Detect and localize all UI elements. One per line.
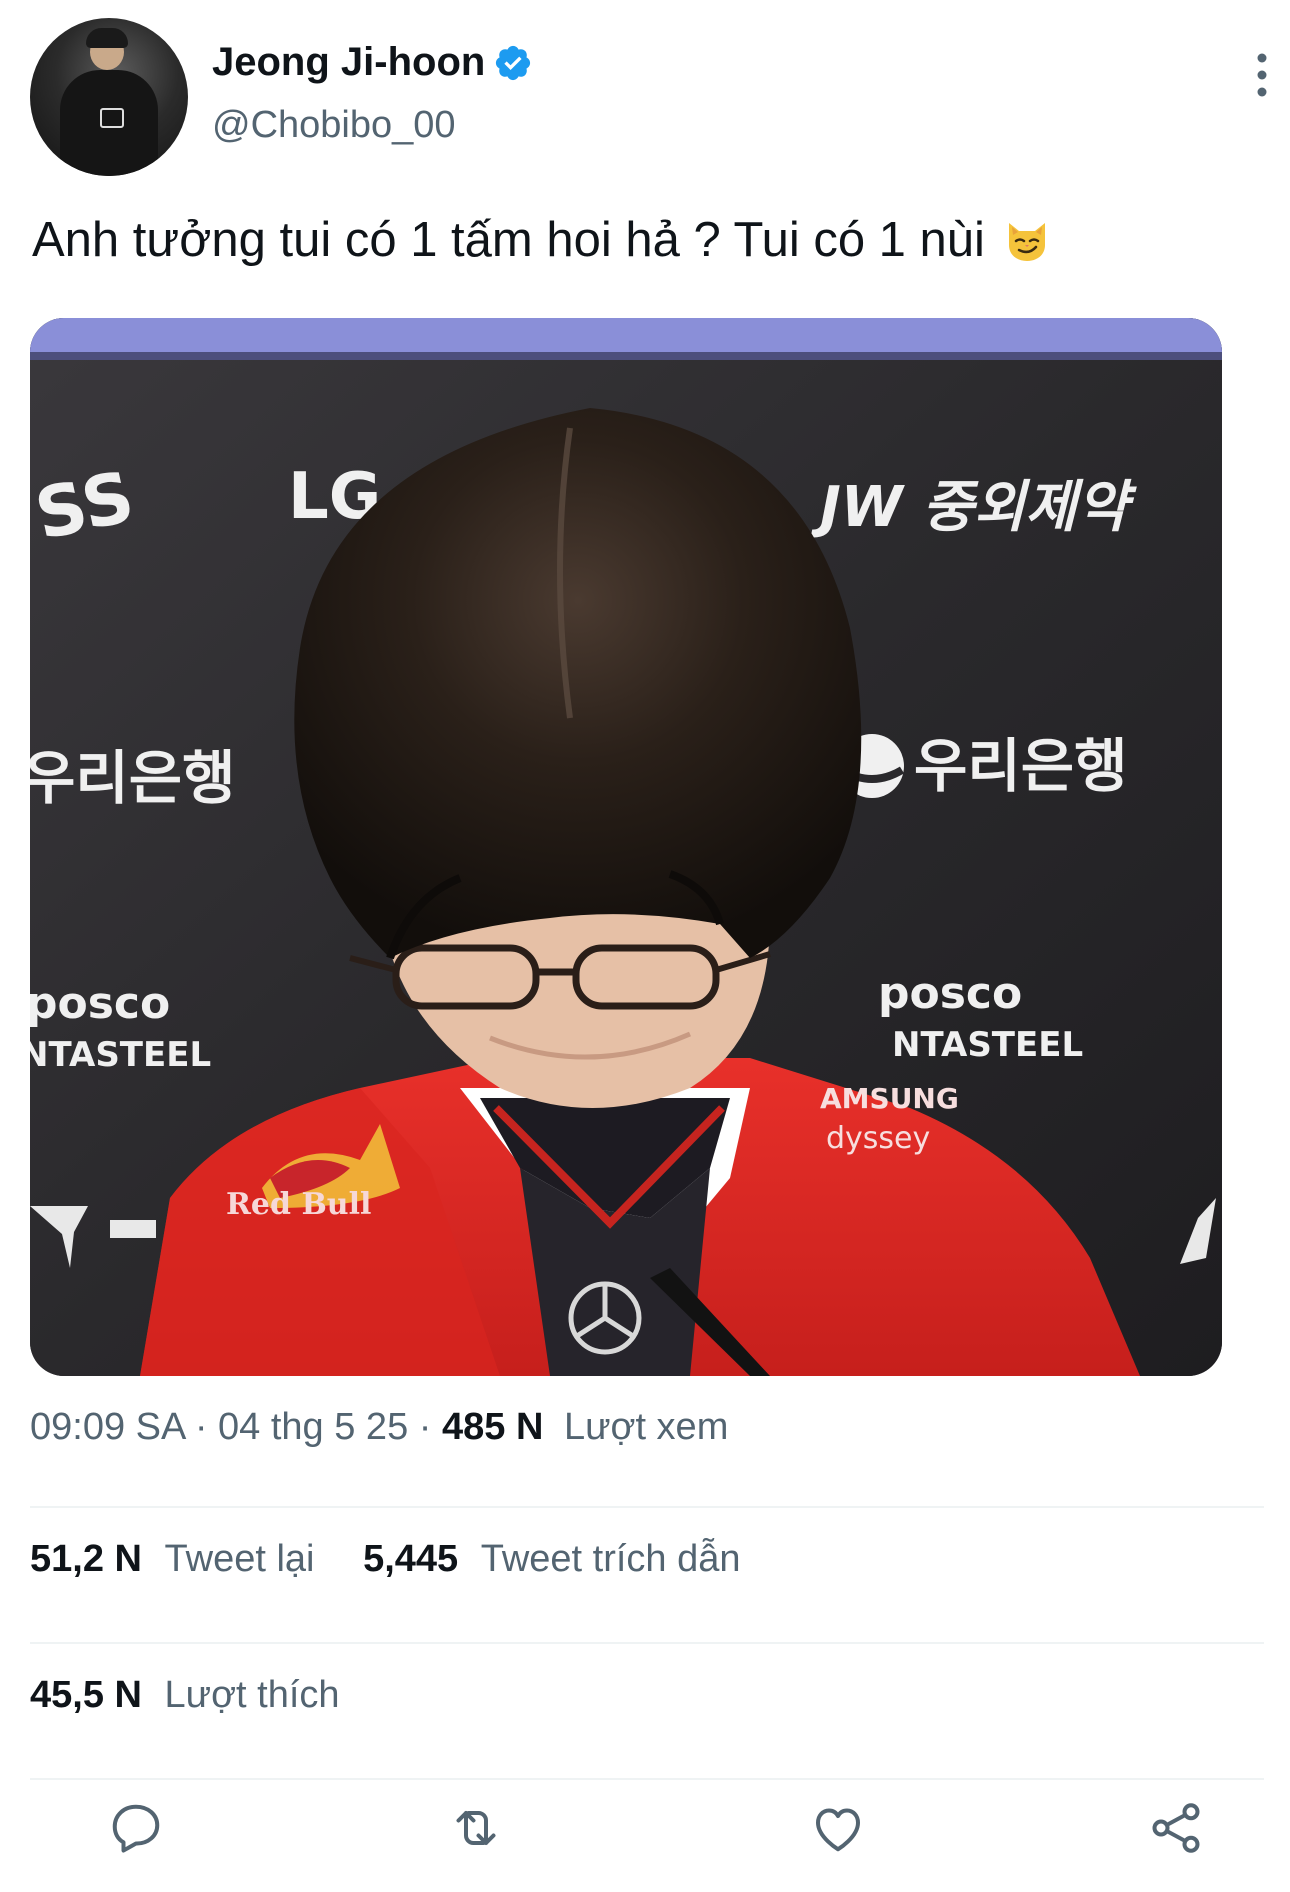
tweet-date[interactable]: 04 thg 5 25	[218, 1406, 408, 1448]
more-options-icon[interactable]	[1252, 50, 1272, 100]
sponsor-posco-left: posco	[30, 978, 170, 1029]
display-name[interactable]: Jeong Ji-hoon	[212, 40, 485, 85]
share-icon[interactable]	[1146, 1798, 1206, 1858]
sponsor-steel-right: NTASTEEL	[892, 1025, 1083, 1065]
retweets-stat[interactable]: 51,2 N Tweet lại	[30, 1538, 315, 1581]
likes-stat[interactable]: 45,5 N Lượt thích	[30, 1674, 340, 1717]
stats-row-likes: 45,5 N Lượt thích	[30, 1674, 378, 1717]
avatar-figure-hair	[86, 28, 128, 48]
sponsor-posco-right: posco	[878, 968, 1022, 1019]
quotes-count: 5,445	[363, 1538, 459, 1580]
sponsor-jw: JW 중외제약	[810, 475, 1138, 540]
tweet-meta: 09:09 SA · 04 thg 5 25 · 485 N Lượt xem	[30, 1406, 728, 1449]
tweet-action-bar	[30, 1790, 1264, 1870]
tweet-header: Jeong Ji-hoon @Chobibo_00	[30, 18, 1267, 178]
author-handle[interactable]: @Chobibo_00	[212, 104, 456, 147]
likes-label: Lượt thích	[164, 1674, 340, 1716]
avatar-jersey-logo	[100, 108, 124, 128]
verified-badge-icon	[496, 45, 531, 80]
views-label: Lượt xem	[563, 1406, 729, 1448]
like-icon[interactable]	[808, 1798, 868, 1858]
divider	[30, 1506, 1264, 1508]
reply-icon[interactable]	[106, 1798, 166, 1858]
meta-separator: ·	[194, 1406, 208, 1448]
meta-separator: ·	[418, 1406, 432, 1448]
avatar[interactable]	[30, 18, 188, 176]
tweet-text-content: Anh tưởng tui có 1 tấm hoi hả ? Tui có 1…	[32, 213, 985, 267]
author-name-row[interactable]: Jeong Ji-hoon	[212, 40, 533, 85]
tweet-text: Anh tưởng tui có 1 tấm hoi hả ? Tui có 1…	[32, 208, 1252, 272]
tweet-time[interactable]: 09:09 SA	[30, 1406, 184, 1448]
stats-row-shares: 51,2 N Tweet lại 5,445 Tweet trích dẫn	[30, 1538, 779, 1581]
media-photo: SS LG JW 중외제약 우리은행 우리은행 posco NTASTEEL p…	[30, 318, 1222, 1376]
sponsor-redbull: Red Bull	[226, 1187, 371, 1222]
divider	[30, 1778, 1264, 1780]
sponsor-woori-left: 우리은행	[30, 744, 235, 812]
retweets-count: 51,2 N	[30, 1538, 142, 1580]
retweet-icon[interactable]	[446, 1798, 506, 1858]
sponsor-odyssey: dyssey	[826, 1121, 930, 1156]
sponsor-steel-left: NTASTEEL	[30, 1035, 211, 1075]
views-count: 485 N	[441, 1406, 544, 1448]
quotes-stat[interactable]: 5,445 Tweet trích dẫn	[363, 1538, 740, 1581]
smirking-cat-emoji-icon	[1008, 223, 1045, 262]
retweets-label: Tweet lại	[164, 1538, 315, 1580]
sponsor-woori-right: 우리은행	[914, 732, 1127, 800]
likes-count: 45,5 N	[30, 1674, 142, 1716]
divider	[30, 1642, 1264, 1644]
sponsor-samsung: AMSUNG	[820, 1082, 959, 1115]
quotes-label: Tweet trích dẫn	[480, 1538, 741, 1580]
tweet-media-image[interactable]: SS LG JW 중외제약 우리은행 우리은행 posco NTASTEEL p…	[30, 318, 1222, 1376]
